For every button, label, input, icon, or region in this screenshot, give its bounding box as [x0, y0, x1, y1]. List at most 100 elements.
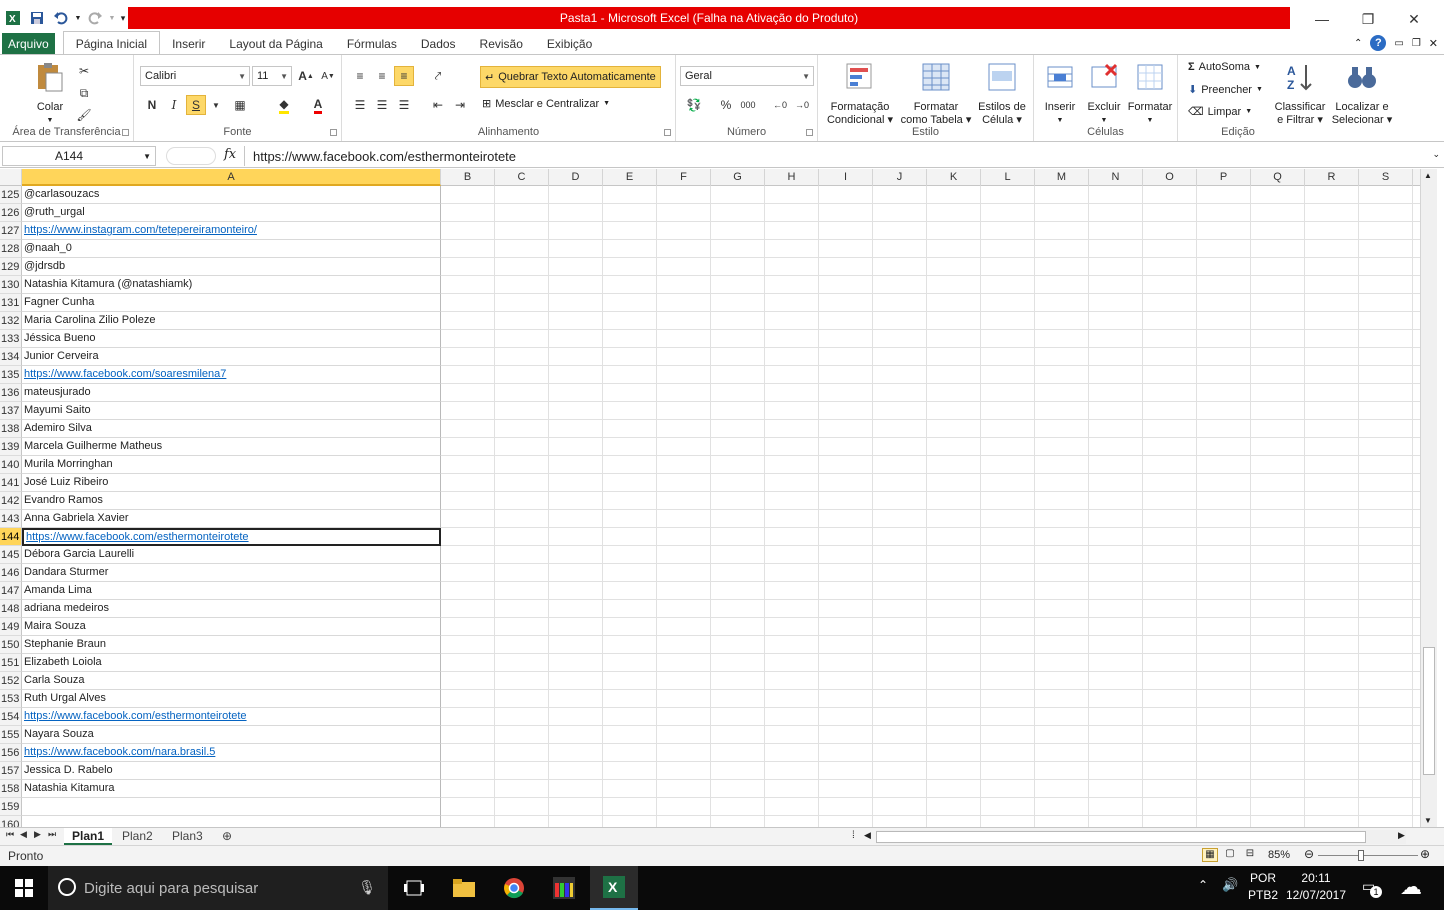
column-header-n[interactable]: N: [1089, 169, 1143, 186]
row-header[interactable]: 128: [0, 240, 22, 258]
help-icon[interactable]: ?: [1370, 35, 1387, 51]
clipboard-launcher-icon[interactable]: [122, 129, 129, 136]
fill-button[interactable]: ⬇ Preencher ▼: [1188, 83, 1263, 97]
cell[interactable]: Elizabeth Loiola: [22, 654, 441, 672]
restore-button[interactable]: ❐: [1356, 8, 1380, 30]
row-header[interactable]: 156: [0, 744, 22, 762]
action-center-icon[interactable]: ▭ 1: [1362, 878, 1382, 898]
name-box[interactable]: A144 ▼: [2, 146, 156, 166]
undo-icon[interactable]: [50, 7, 72, 29]
row-header[interactable]: 134: [0, 348, 22, 366]
font-size-select[interactable]: 11 ▼: [252, 66, 292, 86]
hyperlink-cell[interactable]: https://www.instagram.com/tetepereiramon…: [22, 222, 441, 240]
column-header-r[interactable]: R: [1305, 169, 1359, 186]
zoom-level[interactable]: 85%: [1268, 849, 1290, 861]
increase-indent-icon[interactable]: ⇥: [450, 95, 470, 115]
thousands-button[interactable]: 000: [738, 95, 758, 115]
worksheet-grid[interactable]: ABCDEFGHIJKLMNOPQRS 125 @carlasouzacs 126 @…: [0, 169, 1420, 827]
cell[interactable]: @carlasouzacs: [22, 186, 441, 204]
row-header[interactable]: 152: [0, 672, 22, 690]
cell[interactable]: Maira Souza: [22, 618, 441, 636]
increase-decimal-icon[interactable]: ←0: [770, 95, 790, 115]
column-header-k[interactable]: K: [927, 169, 981, 186]
cell[interactable]: Mayumi Saito: [22, 402, 441, 420]
cell[interactable]: mateusjurado: [22, 384, 441, 402]
first-sheet-icon[interactable]: ⏮: [6, 829, 14, 840]
insert-function-icon[interactable]: fx: [224, 147, 236, 162]
row-header[interactable]: 133: [0, 330, 22, 348]
cell[interactable]: Junior Cerveira: [22, 348, 441, 366]
excel-taskbar-icon[interactable]: X: [590, 866, 638, 910]
column-header-j[interactable]: J: [873, 169, 927, 186]
cell[interactable]: Ruth Urgal Alves: [22, 690, 441, 708]
align-right-icon[interactable]: ☰: [394, 95, 414, 115]
sort-filter-button[interactable]: AZ Classificar e Filtrar ▾: [1270, 61, 1330, 127]
insert-cells-button[interactable]: Inserir ▼: [1038, 61, 1082, 127]
scroll-down-icon[interactable]: ▼: [1424, 816, 1432, 825]
cell[interactable]: Nayara Souza: [22, 726, 441, 744]
hyperlink-cell[interactable]: https://www.facebook.com/esthermonteirot…: [22, 708, 441, 726]
scroll-right-icon[interactable]: ▶: [1398, 830, 1405, 841]
row-header[interactable]: 148: [0, 600, 22, 618]
workbook-minimize-icon[interactable]: ▭: [1394, 38, 1403, 49]
weather-icon[interactable]: ☁: [1400, 874, 1422, 900]
cell[interactable]: Stephanie Braun: [22, 636, 441, 654]
cell[interactable]: [22, 816, 441, 827]
shrink-font-icon[interactable]: A ▼: [318, 66, 338, 86]
cut-icon[interactable]: ✂: [74, 61, 94, 81]
tab-home[interactable]: Página Inicial: [62, 31, 161, 55]
paste-button[interactable]: Colar ▼: [30, 61, 70, 127]
row-header[interactable]: 154: [0, 708, 22, 726]
close-button[interactable]: ✕: [1402, 8, 1426, 30]
zoom-out-icon[interactable]: ⊖: [1304, 847, 1314, 861]
tab-insert[interactable]: Inserir: [160, 33, 217, 55]
sheet-tab-plan1[interactable]: Plan1: [64, 828, 113, 845]
find-select-button[interactable]: Localizar e Selecionar ▾: [1330, 61, 1394, 127]
orientation-icon[interactable]: ⤤: [428, 66, 448, 86]
excel-logo-icon[interactable]: X: [2, 7, 24, 29]
font-name-select[interactable]: Calibri ▼: [140, 66, 250, 86]
column-header-i[interactable]: I: [819, 169, 873, 186]
minimize-ribbon-icon[interactable]: ⌃: [1354, 38, 1362, 49]
row-header[interactable]: 140: [0, 456, 22, 474]
normal-view-icon[interactable]: ▦: [1202, 848, 1218, 862]
column-header-m[interactable]: M: [1035, 169, 1089, 186]
column-header-e[interactable]: E: [603, 169, 657, 186]
underline-dropdown-icon[interactable]: ▼: [206, 95, 226, 115]
cell[interactable]: [22, 798, 441, 816]
borders-icon[interactable]: ▦: [230, 95, 250, 115]
formula-input[interactable]: https://www.facebook.com/esthermonteirot…: [244, 146, 1426, 166]
volume-icon[interactable]: 🔊: [1222, 877, 1238, 893]
expand-formula-bar-icon[interactable]: ⌄: [1432, 149, 1440, 160]
cell[interactable]: Anna Gabriela Xavier: [22, 510, 441, 528]
tab-file[interactable]: Arquivo: [2, 33, 55, 55]
tab-page-layout[interactable]: Layout da Página: [217, 33, 334, 55]
align-center-icon[interactable]: ☰: [372, 95, 392, 115]
row-header[interactable]: 132: [0, 312, 22, 330]
redo-dropdown-icon[interactable]: ▼: [108, 7, 116, 29]
decrease-indent-icon[interactable]: ⇤: [428, 95, 448, 115]
number-format-select[interactable]: Geral ▼: [680, 66, 814, 86]
row-header[interactable]: 138: [0, 420, 22, 438]
align-bottom-icon[interactable]: ≡: [394, 66, 414, 86]
undo-dropdown-icon[interactable]: ▼: [74, 7, 82, 29]
cell[interactable]: Murila Morringhan: [22, 456, 441, 474]
workbook-close-icon[interactable]: ✕: [1429, 37, 1438, 50]
microphone-icon[interactable]: 🎙: [358, 879, 376, 896]
row-header[interactable]: 160: [0, 816, 22, 827]
prev-sheet-icon[interactable]: ◀: [20, 829, 27, 840]
row-header[interactable]: 144: [0, 528, 22, 546]
clear-button[interactable]: ⌫ Limpar ▼: [1188, 105, 1252, 119]
hyperlink-cell[interactable]: https://www.facebook.com/nara.brasil.5: [22, 744, 441, 762]
horizontal-scrollbar[interactable]: [876, 830, 1406, 844]
row-header[interactable]: 151: [0, 654, 22, 672]
column-header-h[interactable]: H: [765, 169, 819, 186]
percent-button[interactable]: %: [716, 95, 736, 115]
clock[interactable]: 20:11 12/07/2017: [1284, 870, 1348, 904]
align-top-icon[interactable]: ≡: [350, 66, 370, 86]
row-header[interactable]: 139: [0, 438, 22, 456]
italic-button[interactable]: I: [164, 95, 184, 115]
active-cell[interactable]: https://www.facebook.com/esthermonteirot…: [22, 528, 441, 546]
cell[interactable]: Natashia Kitamura: [22, 780, 441, 798]
cell[interactable]: Dandara Sturmer: [22, 564, 441, 582]
